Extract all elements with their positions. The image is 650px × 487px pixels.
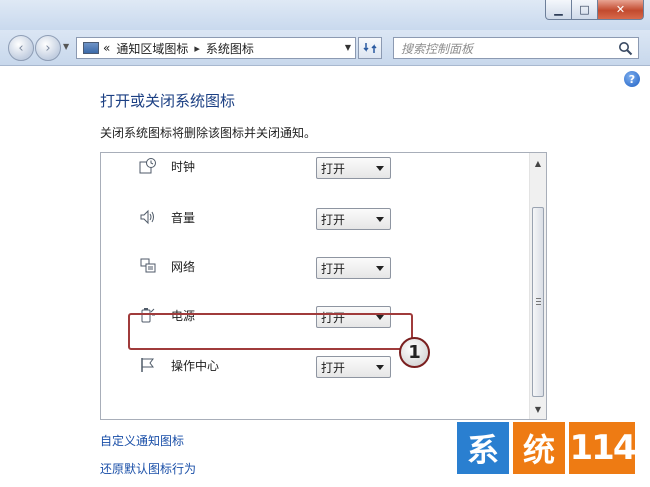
network-behavior-value: 打开: [321, 261, 346, 276]
list-item-volume: 音量 打开: [101, 203, 529, 233]
action-center-label: 操作中心: [171, 359, 220, 373]
list-item-action-center: 操作中心 打开: [101, 351, 529, 381]
watermark-logo: 系 统 114: [457, 422, 636, 478]
scrollbar-thumb[interactable]: [532, 207, 544, 397]
page-description: 关闭系统图标将删除该图标并关闭通知。: [100, 126, 317, 140]
volume-label: 音量: [171, 211, 196, 225]
network-behavior-select[interactable]: 打开: [316, 257, 391, 279]
breadcrumb-item-system-icons[interactable]: 系统图标: [206, 40, 254, 57]
breadcrumb-separator[interactable]: ▸: [194, 42, 200, 55]
chevron-down-icon: [376, 166, 384, 171]
search-icon[interactable]: [618, 41, 633, 56]
callout-badge: 1: [399, 337, 430, 368]
action-center-behavior-select[interactable]: 打开: [316, 356, 391, 378]
back-button[interactable]: ‹: [8, 35, 34, 61]
address-dropdown-icon[interactable]: ▼: [345, 43, 351, 52]
address-bar[interactable]: « 通知区域图标 ▸ 系统图标 ▼: [76, 37, 356, 59]
breadcrumb-item-notification-area-icons[interactable]: 通知区域图标: [116, 40, 188, 57]
breadcrumb-prefix[interactable]: «: [103, 41, 110, 55]
clock-label: 时钟: [171, 160, 196, 174]
help-icon[interactable]: ?: [624, 71, 640, 87]
chevron-down-icon: [376, 365, 384, 370]
minimize-button[interactable]: ▁: [545, 0, 572, 20]
page-title: 打开或关闭系统图标: [100, 92, 236, 110]
flag-icon: [141, 358, 154, 372]
search-placeholder: 搜索控制面板: [401, 41, 474, 56]
highlight-box: [128, 313, 413, 350]
network-label: 网络: [171, 260, 196, 274]
clock-icon: [139, 158, 156, 174]
action-center-behavior-value: 打开: [321, 360, 346, 375]
navigation-bar: ‹ › ▼ « 通知区域图标 ▸ 系统图标 ▼ 搜索控制面板: [0, 30, 650, 66]
title-bar: ▁ □ ✕: [0, 0, 650, 30]
volume-behavior-select[interactable]: 打开: [316, 208, 391, 230]
refresh-icon: [363, 43, 377, 53]
search-field[interactable]: 搜索控制面板: [393, 37, 639, 59]
recent-pages-dropdown-icon[interactable]: ▼: [63, 42, 69, 51]
list-scrollbar[interactable]: ▲ ▼: [529, 153, 546, 419]
volume-behavior-value: 打开: [321, 212, 346, 227]
close-button[interactable]: ✕: [598, 0, 644, 20]
chevron-down-icon: [376, 266, 384, 271]
scroll-up-icon[interactable]: ▲: [530, 155, 546, 171]
watermark-number: 114: [569, 422, 636, 474]
refresh-button[interactable]: [358, 37, 382, 59]
chevron-down-icon: [376, 217, 384, 222]
restore-default-icon-behaviors-link[interactable]: 还原默认图标行为: [100, 460, 196, 477]
clock-behavior-select[interactable]: 打开: [316, 157, 391, 179]
clock-behavior-value: 打开: [321, 161, 346, 176]
watermark-char: 统: [513, 422, 565, 474]
caption-buttons: ▁ □ ✕: [545, 0, 644, 20]
list-item-clock: 时钟 打开: [101, 153, 529, 182]
network-icon: [140, 258, 156, 273]
customize-notification-icons-link[interactable]: 自定义通知图标: [100, 432, 184, 449]
forward-button[interactable]: ›: [35, 35, 61, 61]
list-item-network: 网络 打开: [101, 252, 529, 282]
speaker-icon: [140, 209, 154, 225]
watermark-char: 系: [457, 422, 509, 474]
grip-icon: [536, 298, 541, 305]
scroll-down-icon[interactable]: ▼: [530, 401, 546, 417]
system-icons-list: 时钟 打开 音量 打开 网络 打开 电源 打开 操作中心 打开 ▲ ▼: [100, 152, 547, 420]
maximize-button[interactable]: □: [572, 0, 598, 20]
control-panel-icon: [83, 42, 99, 54]
